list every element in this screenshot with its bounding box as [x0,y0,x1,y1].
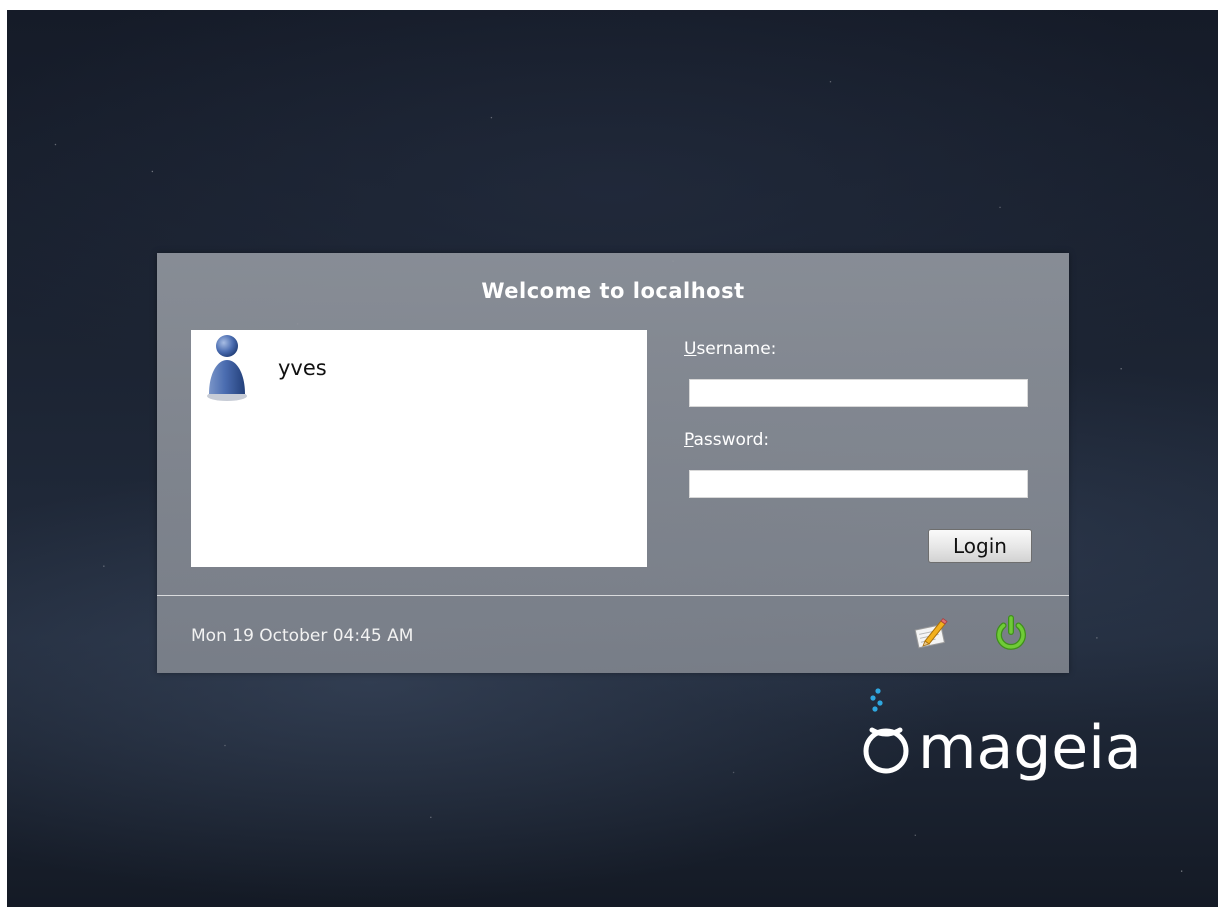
password-label: Password: [684,430,769,450]
power-button[interactable] [991,613,1031,653]
session-edit-icon [914,617,948,649]
datetime-display: Mon 19 October 04:45 AM [191,626,414,646]
mageia-wordmark: mageia [918,713,1142,783]
welcome-title: Welcome to localhost [481,279,745,303]
password-label-text: assword: [693,430,770,450]
password-mnemonic: P [684,430,694,450]
username-label: Username: [684,339,776,359]
login-screen: Welcome to localhost yves Username: Pass… [7,10,1218,907]
username-input[interactable] [689,379,1028,407]
user-list-item[interactable]: yves [205,330,605,405]
password-input[interactable] [689,470,1028,498]
mageia-logo: mageia [863,688,1142,783]
user-name: yves [278,356,327,380]
session-menu-button[interactable] [911,613,951,653]
username-mnemonic: U [684,339,697,359]
power-icon [996,615,1026,650]
username-label-text: sername: [696,339,777,359]
panel-divider [157,595,1069,596]
login-panel: Welcome to localhost yves Username: Pass… [157,253,1069,673]
user-list[interactable]: yves [191,330,647,567]
login-button[interactable]: Login [928,529,1032,563]
user-avatar-icon [207,335,247,401]
